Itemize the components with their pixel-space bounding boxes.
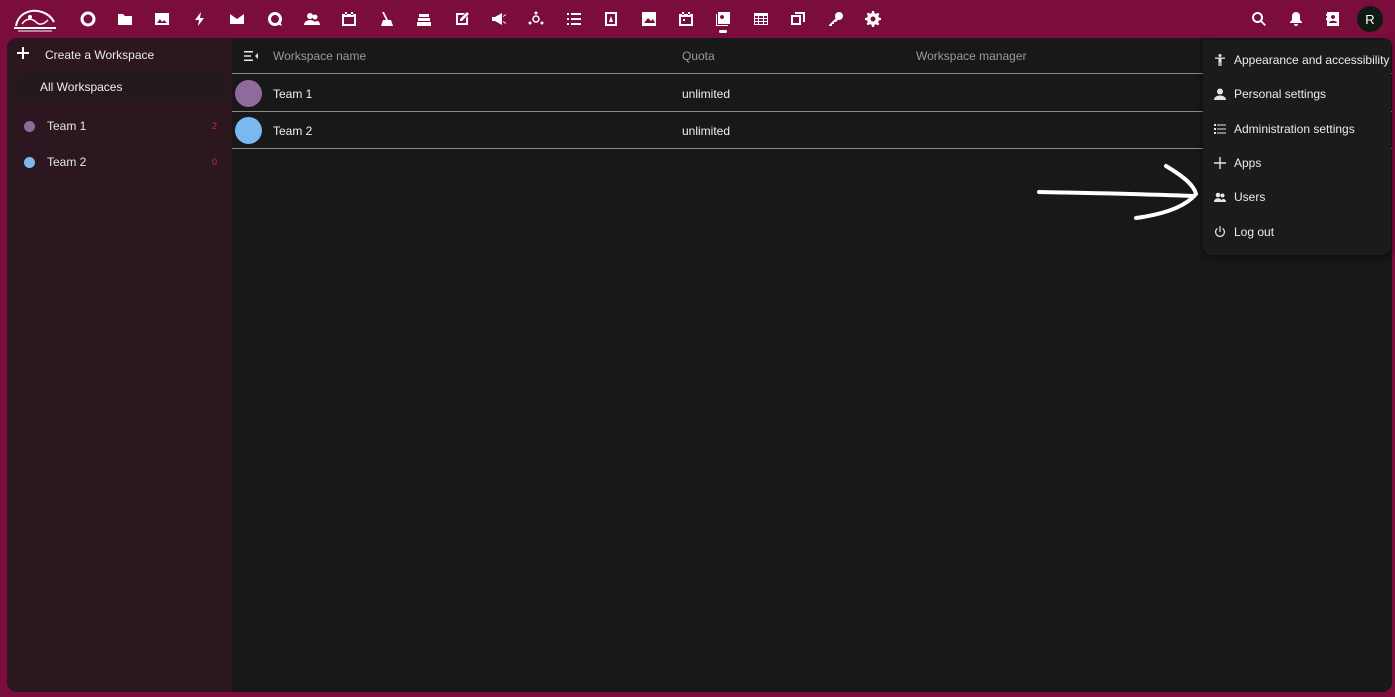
workspace-color-dot <box>24 120 35 132</box>
power-icon <box>1214 226 1226 238</box>
contacts-icon[interactable] <box>293 0 330 38</box>
dashboard-icon[interactable] <box>69 0 106 38</box>
deck-icon[interactable] <box>406 0 443 38</box>
menu-item-apps[interactable]: Apps <box>1203 146 1391 180</box>
menu-item-personal-settings[interactable]: Personal settings <box>1203 77 1391 111</box>
workspace-color-dot <box>24 156 35 168</box>
app-navigation <box>69 0 892 38</box>
sidebar-item-team-1[interactable]: Team 1 2 <box>17 112 217 140</box>
sidebar-item-label: Team 1 <box>47 119 87 133</box>
tasks-icon[interactable] <box>555 0 592 38</box>
column-header-workspace-manager[interactable]: Workspace manager <box>916 49 1027 63</box>
workspace-name: Team 1 <box>273 87 313 101</box>
workspaces-icon[interactable] <box>705 0 742 38</box>
search-icon[interactable] <box>1240 0 1277 38</box>
users-icon <box>1214 191 1226 203</box>
sidebar: Create a Workspace All Workspaces Team 1… <box>7 38 232 692</box>
forms-icon[interactable] <box>592 0 629 38</box>
activity-icon[interactable] <box>181 0 218 38</box>
whiteboard-icon[interactable] <box>779 0 816 38</box>
menu-item-label: Personal settings <box>1234 87 1327 101</box>
column-header-quota[interactable]: Quota <box>682 49 715 63</box>
main-content: Create a Workspace All Workspaces Team 1… <box>7 38 1392 692</box>
notes-icon[interactable] <box>443 0 480 38</box>
announcements-icon[interactable] <box>480 0 517 38</box>
contacts-menu-icon[interactable] <box>1314 0 1351 38</box>
workspace-quota: unlimited <box>682 87 731 101</box>
plus-icon <box>1214 157 1226 169</box>
gallery-icon[interactable] <box>630 0 667 38</box>
sidebar-toggle-icon[interactable] <box>244 50 258 62</box>
admin-list-icon <box>1214 123 1226 135</box>
passwords-icon[interactable] <box>817 0 854 38</box>
menu-item-label: Administration settings <box>1234 122 1355 136</box>
tables-icon[interactable] <box>742 0 779 38</box>
talk-icon[interactable] <box>256 0 293 38</box>
member-count-badge: 0 <box>211 157 217 167</box>
workspace-quota: unlimited <box>682 124 731 138</box>
sidebar-item-all-workspaces[interactable]: All Workspaces <box>17 73 229 101</box>
workspace-avatar <box>235 117 262 144</box>
workspace-name: Team 2 <box>273 124 313 138</box>
avatar[interactable]: R <box>1357 6 1383 32</box>
person-icon <box>1214 88 1226 100</box>
calendar-icon[interactable] <box>331 0 368 38</box>
settings-icon[interactable] <box>854 0 891 38</box>
menu-item-log-out[interactable]: Log out <box>1203 215 1391 249</box>
accessibility-icon <box>1214 54 1226 66</box>
menu-item-administration-settings[interactable]: Administration settings <box>1203 112 1391 146</box>
menu-item-appearance[interactable]: Appearance and accessibility <box>1203 43 1391 77</box>
menu-item-label: Log out <box>1234 225 1275 239</box>
menu-item-label: Appearance and accessibility <box>1234 53 1390 67</box>
files-icon[interactable] <box>106 0 143 38</box>
top-bar: R <box>0 0 1395 38</box>
sidebar-item-team-2[interactable]: Team 2 0 <box>17 148 217 176</box>
photos-icon[interactable] <box>144 0 181 38</box>
menu-item-label: Users <box>1234 190 1266 204</box>
circles-icon[interactable] <box>518 0 555 38</box>
appointments-icon[interactable] <box>667 0 704 38</box>
cleanup-icon[interactable] <box>368 0 405 38</box>
column-header-workspace-name[interactable]: Workspace name <box>273 49 366 63</box>
plus-icon <box>17 47 33 63</box>
app-window: R Create a Workspace All Workspaces Team… <box>0 0 1395 697</box>
create-workspace-label: Create a Workspace <box>45 48 155 62</box>
menu-item-users[interactable]: Users <box>1203 180 1391 214</box>
menu-item-label: Apps <box>1234 156 1262 170</box>
workspace-avatar <box>235 80 262 107</box>
user-menu-dropdown: Appearance and accessibility Personal se… <box>1203 40 1391 255</box>
member-count-badge: 2 <box>211 121 217 131</box>
logo-icon[interactable] <box>12 4 58 34</box>
create-workspace-button[interactable]: Create a Workspace <box>7 38 232 72</box>
header-actions: R <box>1240 0 1383 38</box>
annotation-arrow <box>1037 164 1199 220</box>
all-workspaces-label: All Workspaces <box>40 80 123 94</box>
sidebar-item-label: Team 2 <box>47 155 87 169</box>
notifications-bell-icon[interactable] <box>1277 0 1314 38</box>
mail-icon[interactable] <box>219 0 256 38</box>
